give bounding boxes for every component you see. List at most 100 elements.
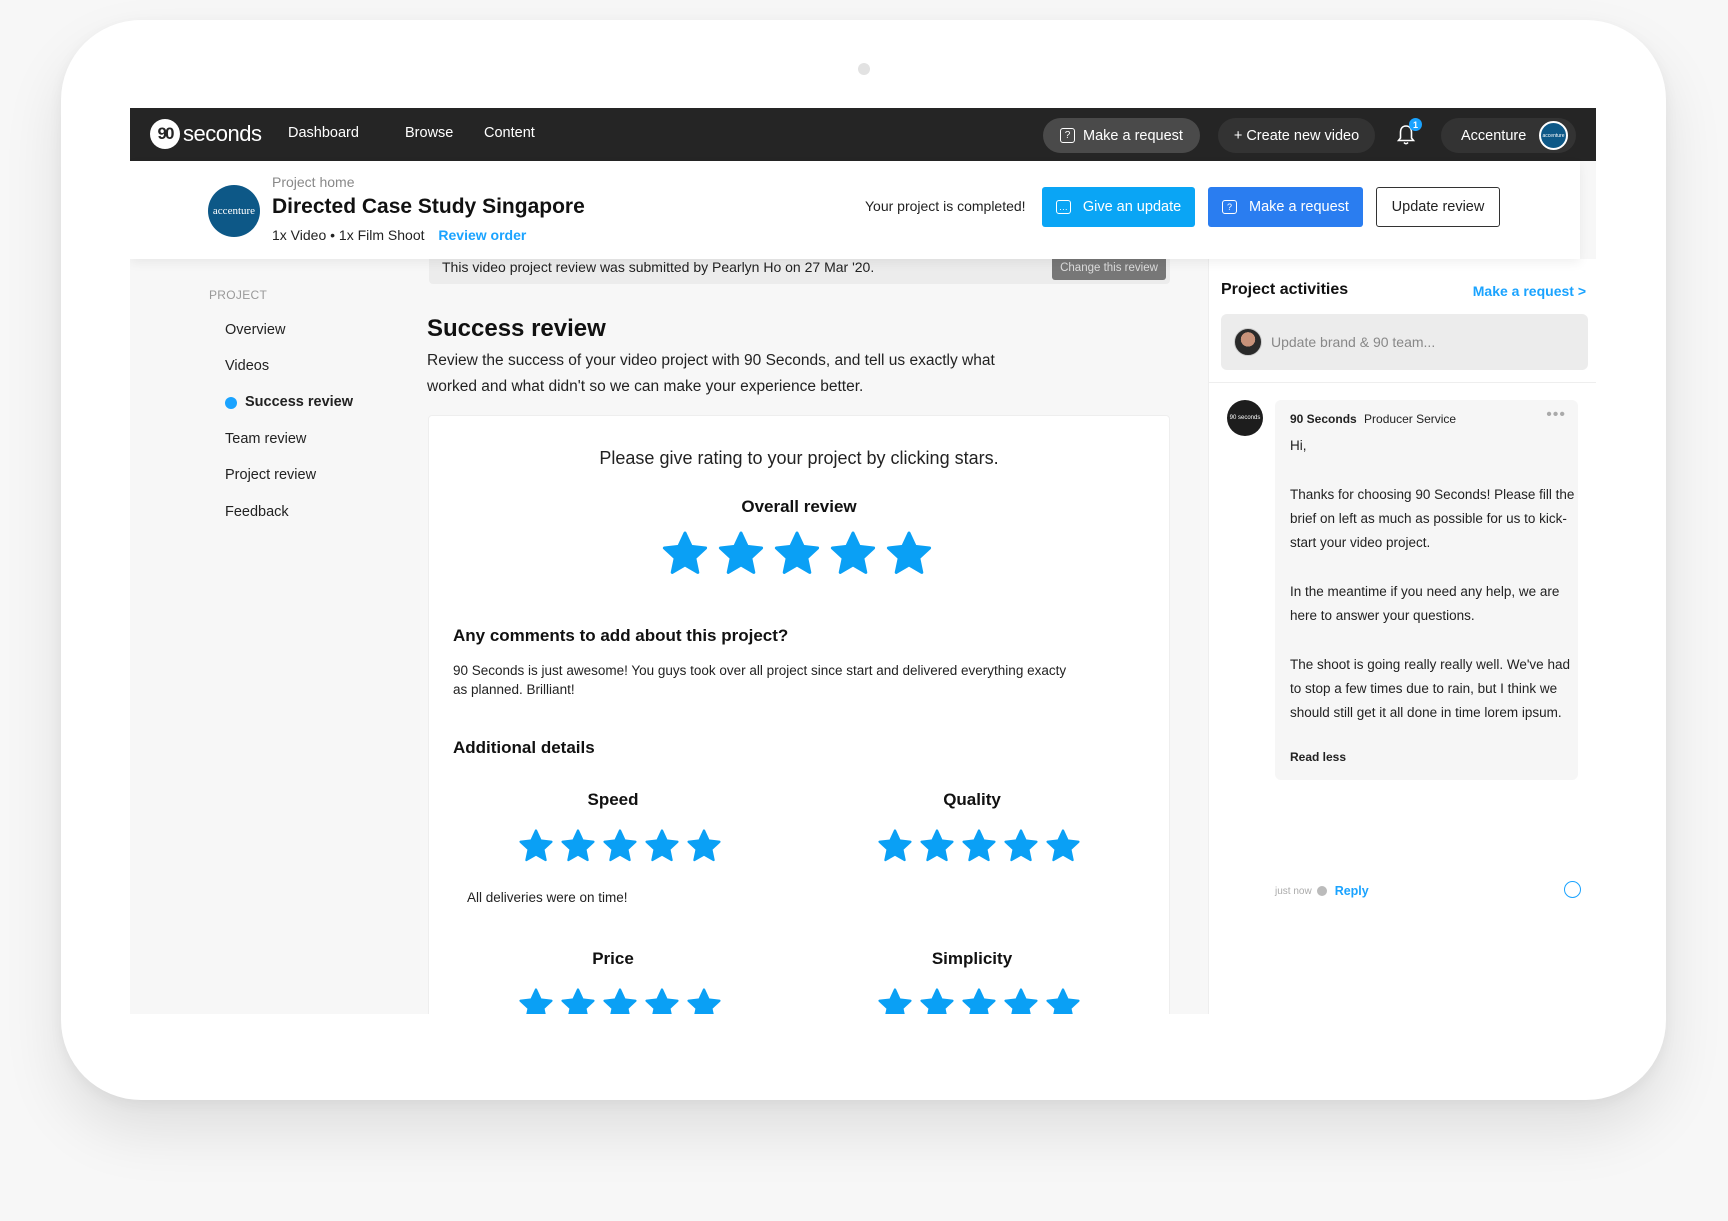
nav-content[interactable]: Content [484, 125, 535, 141]
notification-badge: 1 [1409, 118, 1422, 131]
message-time: just now [1275, 885, 1312, 897]
activities-make-request-link[interactable]: Make a request > [1473, 283, 1586, 299]
star-icon[interactable] [661, 530, 709, 576]
quality-rating[interactable] [877, 828, 1087, 863]
camera-dot [858, 63, 870, 75]
sidebar-item-project-review[interactable]: Project review [225, 467, 316, 483]
message-sender: 90 Seconds [1290, 412, 1357, 426]
star-icon[interactable] [961, 987, 997, 1014]
star-icon[interactable] [877, 828, 913, 863]
message-paragraph: Thanks for choosing 90 Seconds! Please f… [1290, 486, 1575, 551]
logo[interactable]: 90 seconds [150, 119, 262, 149]
sidebar-item-videos[interactable]: Videos [225, 358, 269, 374]
star-icon[interactable] [602, 828, 638, 863]
rating-prompt: Please give rating to your project by cl… [599, 448, 999, 468]
overall-review-label: Overall review [741, 497, 857, 516]
star-icon[interactable] [686, 987, 722, 1014]
price-label: Price [592, 949, 634, 968]
sender-avatar: 90 seconds [1227, 400, 1263, 436]
project-meta: 1x Video • 1x Film Shoot Review order [272, 227, 526, 243]
speed-label: Speed [587, 790, 639, 809]
sidebar-item-overview[interactable]: Overview [225, 322, 285, 338]
star-icon[interactable] [877, 987, 913, 1014]
message-paragraph: Hi, [1290, 438, 1307, 453]
activity-update-input[interactable]: Update brand & 90 team... [1221, 314, 1588, 370]
user-avatar [1234, 328, 1262, 356]
nav-make-request-button[interactable]: ? Make a request [1043, 118, 1200, 153]
message-header: 90 Seconds Producer Service [1290, 412, 1456, 426]
account-avatar: accenture [1539, 121, 1568, 150]
project-title: Directed Case Study Singapore [272, 195, 585, 218]
sidebar-item-team-review[interactable]: Team review [225, 431, 306, 447]
star-icon[interactable] [919, 987, 955, 1014]
star-icon[interactable] [644, 828, 680, 863]
app-screen: 90 seconds Dashboard Browse Content ? Ma… [130, 108, 1596, 1014]
create-new-video-button[interactable]: + Create new video [1218, 118, 1375, 153]
star-icon[interactable] [829, 530, 877, 576]
chat-bubbles-icon: … [1055, 200, 1071, 214]
top-nav: 90 seconds Dashboard Browse Content ? Ma… [130, 108, 1596, 161]
banner-text: This video project review was submitted … [442, 259, 875, 275]
make-request-button[interactable]: ? Make a request [1208, 187, 1363, 227]
star-icon[interactable] [773, 530, 821, 576]
create-new-video-label: + Create new video [1233, 127, 1360, 144]
star-icon[interactable] [919, 828, 955, 863]
more-options-icon[interactable]: ••• [1546, 406, 1566, 424]
client-logo: accenture [208, 185, 260, 237]
speed-rating[interactable] [518, 828, 728, 863]
message-paragraph: In the meantime if you need any help, we… [1290, 583, 1560, 624]
breadcrumb-project-home[interactable]: Project home [272, 174, 354, 190]
star-icon[interactable] [1045, 828, 1081, 863]
star-icon[interactable] [518, 828, 554, 863]
divider [1209, 382, 1596, 383]
star-icon[interactable] [885, 530, 933, 576]
logo-text: seconds [183, 121, 262, 146]
message-paragraph: The shoot is going really really well. W… [1290, 656, 1570, 721]
question-bubble-icon: ? [1222, 200, 1238, 214]
price-rating[interactable] [518, 987, 728, 1014]
activity-input-placeholder: Update brand & 90 team... [1271, 334, 1436, 350]
question-bubble-icon: ? [1060, 128, 1076, 143]
activities-title: Project activities [1221, 281, 1349, 298]
account-menu[interactable]: Accenture accenture [1441, 118, 1576, 153]
message-role: Producer Service [1364, 412, 1457, 426]
nav-browse[interactable]: Browse [405, 125, 453, 141]
star-icon[interactable] [560, 987, 596, 1014]
account-name: Accenture [1461, 127, 1527, 144]
star-icon[interactable] [1003, 828, 1039, 863]
overall-rating[interactable] [661, 530, 941, 576]
quality-label: Quality [943, 790, 1001, 809]
star-icon[interactable] [961, 828, 997, 863]
emoji-reaction-icon[interactable] [1564, 881, 1581, 898]
page-title: Success review [427, 315, 606, 342]
simplicity-rating[interactable] [877, 987, 1087, 1014]
read-less-link[interactable]: Read less [1290, 750, 1346, 764]
star-icon[interactable] [717, 530, 765, 576]
project-meta-text: 1x Video • 1x Film Shoot [272, 227, 425, 243]
star-icon[interactable] [1045, 987, 1081, 1014]
update-review-button[interactable]: Update review [1376, 187, 1500, 227]
reply-link[interactable]: Reply [1335, 884, 1369, 898]
sidebar-item-success-review[interactable]: Success review [245, 394, 353, 410]
additional-details-heading: Additional details [453, 738, 595, 757]
star-icon[interactable] [644, 987, 680, 1014]
star-icon[interactable] [518, 987, 554, 1014]
sidebar-item-feedback[interactable]: Feedback [225, 504, 289, 520]
comment-text: 90 Seconds is just awesome! You guys too… [453, 663, 1067, 697]
speed-note: All deliveries were on time! [467, 890, 628, 905]
simplicity-label: Simplicity [931, 949, 1013, 968]
give-update-button[interactable]: … Give an update [1042, 187, 1195, 227]
page-description: Review the success of your video project… [427, 352, 995, 395]
project-status: Your project is completed! [865, 198, 1026, 214]
review-card: Please give rating to your project by cl… [428, 415, 1170, 1014]
review-order-link[interactable]: Review order [438, 227, 526, 243]
nav-dashboard[interactable]: Dashboard [288, 125, 359, 141]
nav-make-request-label: Make a request [1083, 127, 1183, 144]
info-icon [1316, 886, 1327, 896]
star-icon[interactable] [602, 987, 638, 1014]
star-icon[interactable] [1003, 987, 1039, 1014]
star-icon[interactable] [686, 828, 722, 863]
give-update-label: Give an update [1082, 199, 1182, 215]
star-icon[interactable] [560, 828, 596, 863]
make-request-label: Make a request [1249, 199, 1349, 215]
